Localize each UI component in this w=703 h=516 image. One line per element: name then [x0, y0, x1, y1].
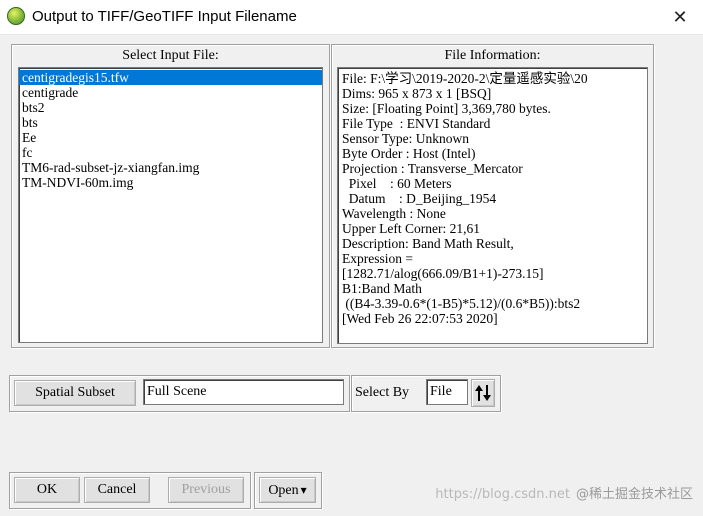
file-info-line: Size: [Floating Point] 3,369,780 bytes.	[342, 101, 551, 116]
select-by-label: Select By	[355, 385, 410, 400]
previous-button[interactable]: Previous	[168, 477, 244, 503]
file-information-panel: File Information: File: F:\学习\2019-2020-…	[331, 44, 654, 348]
spatial-subset-button[interactable]: Spatial Subset	[14, 380, 136, 406]
file-list-item[interactable]: bts	[19, 115, 322, 130]
watermark-url: https://blog.csdn.net	[435, 487, 570, 502]
file-list-item[interactable]: centigrade	[19, 85, 322, 100]
file-info-line: [1282.71/alog(666.09/B1+1)-273.15]	[342, 266, 544, 281]
file-info-line: Sensor Type: Unknown	[342, 131, 470, 146]
file-info-line: Dims: 965 x 873 x 1 [BSQ]	[342, 86, 492, 101]
open-menu-button[interactable]: Open ▾	[259, 477, 316, 503]
window-title: Output to TIFF/GeoTIFF Input Filename	[32, 8, 297, 25]
input-file-list[interactable]: centigradegis15.tfw centigrade bts2 bts Ee fc…	[18, 67, 323, 343]
file-list-item[interactable]: bts2	[19, 100, 322, 115]
file-info-line: Projection : Transverse_Mercator	[342, 161, 523, 176]
select-by-field[interactable]: File	[426, 379, 468, 405]
file-info-line: ((B4-3.39-0.6*(1-B5)*5.12)/(0.6*B5)):bts…	[342, 296, 581, 311]
title-bar: Output to TIFF/GeoTIFF Input Filename ✕	[0, 0, 703, 35]
watermark: https://blog.csdn.net @稀土掘金技术社区	[435, 483, 693, 502]
open-button-group: Open ▾	[254, 472, 322, 509]
cancel-button[interactable]: Cancel	[84, 477, 150, 503]
file-info-line: Upper Left Corner: 21,61	[342, 221, 480, 236]
dropdown-arrow-icon: ▾	[300, 483, 307, 497]
file-information-text[interactable]: File: F:\学习\2019-2020-2\定量遥感实验\20 Dims: 9…	[337, 67, 648, 344]
file-info-line: [Wed Feb 26 22:07:53 2020]	[342, 311, 498, 326]
file-list-item[interactable]: TM6-rad-subset-jz-xiangfan.img	[19, 160, 322, 175]
file-info-line: Expression =	[342, 251, 413, 266]
select-input-label: Select Input File:	[122, 48, 219, 63]
select-by-group: Select By File	[351, 375, 501, 412]
file-list-item[interactable]: fc	[19, 145, 322, 160]
close-button[interactable]: ✕	[657, 0, 703, 34]
file-list-item[interactable]: centigradegis15.tfw	[19, 70, 322, 85]
ok-button[interactable]: OK	[14, 477, 80, 503]
file-info-line: Pixel : 60 Meters	[342, 176, 452, 191]
sort-toggle-button[interactable]	[471, 379, 495, 407]
file-info-line: File Type : ENVI Standard	[342, 116, 491, 131]
file-info-line: Wavelength : None	[342, 206, 446, 221]
file-info-line: Description: Band Math Result,	[342, 236, 514, 251]
spatial-subset-field[interactable]: Full Scene	[143, 379, 344, 405]
select-input-panel: Select Input File: centigradegis15.tfw ce…	[11, 44, 330, 348]
file-info-line: Byte Order : Host (Intel)	[342, 146, 476, 161]
action-button-group: OK Cancel Previous	[9, 472, 251, 509]
file-info-line: B1:Band Math	[342, 281, 422, 296]
file-list-item[interactable]: Ee	[19, 130, 322, 145]
up-down-arrows-icon	[475, 384, 491, 401]
open-button-label: Open	[268, 483, 299, 498]
watermark-text: @稀土掘金技术社区	[575, 487, 693, 502]
spatial-subset-group: Spatial Subset Full Scene	[9, 375, 350, 412]
file-info-line: File: F:\学习\2019-2020-2\定量遥感实验\20	[342, 71, 588, 86]
envi-globe-icon	[7, 7, 25, 25]
file-information-label: File Information:	[444, 48, 541, 63]
file-list-item[interactable]: TM-NDVI-60m.img	[19, 175, 322, 190]
file-info-line: Datum : D_Beijing_1954	[342, 191, 497, 206]
